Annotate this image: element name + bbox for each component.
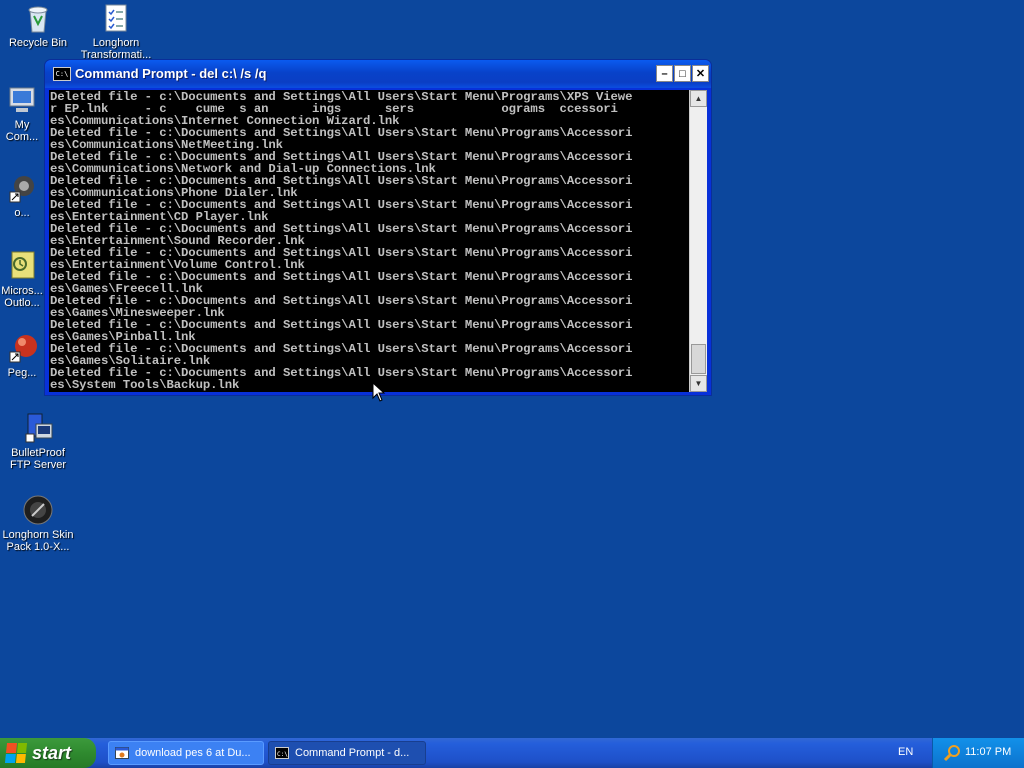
close-button[interactable]: ✕ (692, 65, 709, 82)
desktop-icon-label: Recycle Bin (8, 37, 68, 49)
minimize-button[interactable]: – (656, 65, 673, 82)
windows-logo-icon (4, 743, 28, 763)
window-title: Command Prompt - del c:\ /s /q (75, 66, 267, 81)
red-ball-icon (6, 332, 38, 364)
desktop-icon-label: BulletProof FTP Server (9, 447, 67, 471)
outlook-icon (6, 250, 38, 282)
computer-icon (6, 84, 38, 116)
mouse-pointer-icon (372, 381, 386, 407)
desktop-icon-pegasus[interactable]: Peg... (0, 332, 44, 379)
start-label: start (32, 742, 72, 763)
document-checklist-icon (100, 2, 132, 34)
desktop-icon-label: Peg... (7, 367, 37, 379)
desktop-icon-longhorn-transformation[interactable]: Longhorn Transformati... (78, 2, 154, 60)
taskbar-item-label: download pes 6 at Du... (135, 747, 251, 759)
browser-window-icon (115, 747, 129, 759)
system-tray: 11:07 PM (932, 738, 1024, 768)
taskbar-item-browser[interactable]: download pes 6 at Du... (108, 741, 264, 765)
language-indicator[interactable]: EN (898, 746, 913, 758)
shortcut-app-icon (6, 172, 38, 204)
window-titlebar[interactable]: C:\ Command Prompt - del c:\ /s /q – □ ✕ (45, 60, 711, 88)
desktop-icon-label: o... (14, 207, 30, 219)
clock[interactable]: 11:07 PM (965, 746, 1011, 758)
desktop-icon-label: Longhorn Skin Pack 1.0-X... (2, 529, 74, 553)
console-icon: C:\ (275, 747, 289, 759)
desktop-icon-outlook[interactable]: Micros... Outlo... (0, 250, 44, 309)
start-button[interactable]: start (0, 738, 96, 768)
desktop-icon-longhorn-skin-pack[interactable]: Longhorn Skin Pack 1.0-X... (0, 494, 76, 553)
scroll-thumb[interactable] (691, 344, 706, 374)
desktop-icon-bulletproof-ftp[interactable]: BulletProof FTP Server (0, 412, 76, 471)
desktop-icon-label: My Com... (5, 119, 39, 143)
desktop-icon-label: Longhorn Transformati... (80, 37, 152, 60)
taskbar: start download pes 6 at Du... C:\ Comman… (0, 738, 1024, 768)
recycle-bin-icon (22, 2, 54, 34)
skin-pack-disc-icon (22, 494, 54, 526)
search-icon[interactable] (943, 744, 961, 762)
desktop-icon-shortcut[interactable]: o... (0, 172, 44, 219)
command-prompt-window[interactable]: C:\ Command Prompt - del c:\ /s /q – □ ✕… (44, 59, 712, 396)
svg-text:C:\: C:\ (277, 751, 288, 758)
console-icon: C:\ (53, 67, 71, 81)
taskbar-item-command-prompt[interactable]: C:\ Command Prompt - d... (268, 741, 426, 765)
console-area[interactable]: Deleted file - c:\Documents and Settings… (49, 90, 707, 392)
scroll-up-button[interactable]: ▲ (690, 90, 707, 107)
ftp-server-icon (22, 412, 54, 444)
desktop-icon-my-computer[interactable]: My Com... (0, 84, 44, 143)
desktop-icon-recycle-bin[interactable]: Recycle Bin (0, 2, 76, 49)
taskbar-item-label: Command Prompt - d... (295, 747, 410, 759)
maximize-button[interactable]: □ (674, 65, 691, 82)
console-output: Deleted file - c:\Documents and Settings… (50, 90, 633, 392)
scroll-down-button[interactable]: ▼ (690, 375, 707, 392)
desktop-icon-label: Micros... Outlo... (1, 285, 43, 309)
vertical-scrollbar[interactable]: ▲ ▼ (689, 90, 707, 392)
